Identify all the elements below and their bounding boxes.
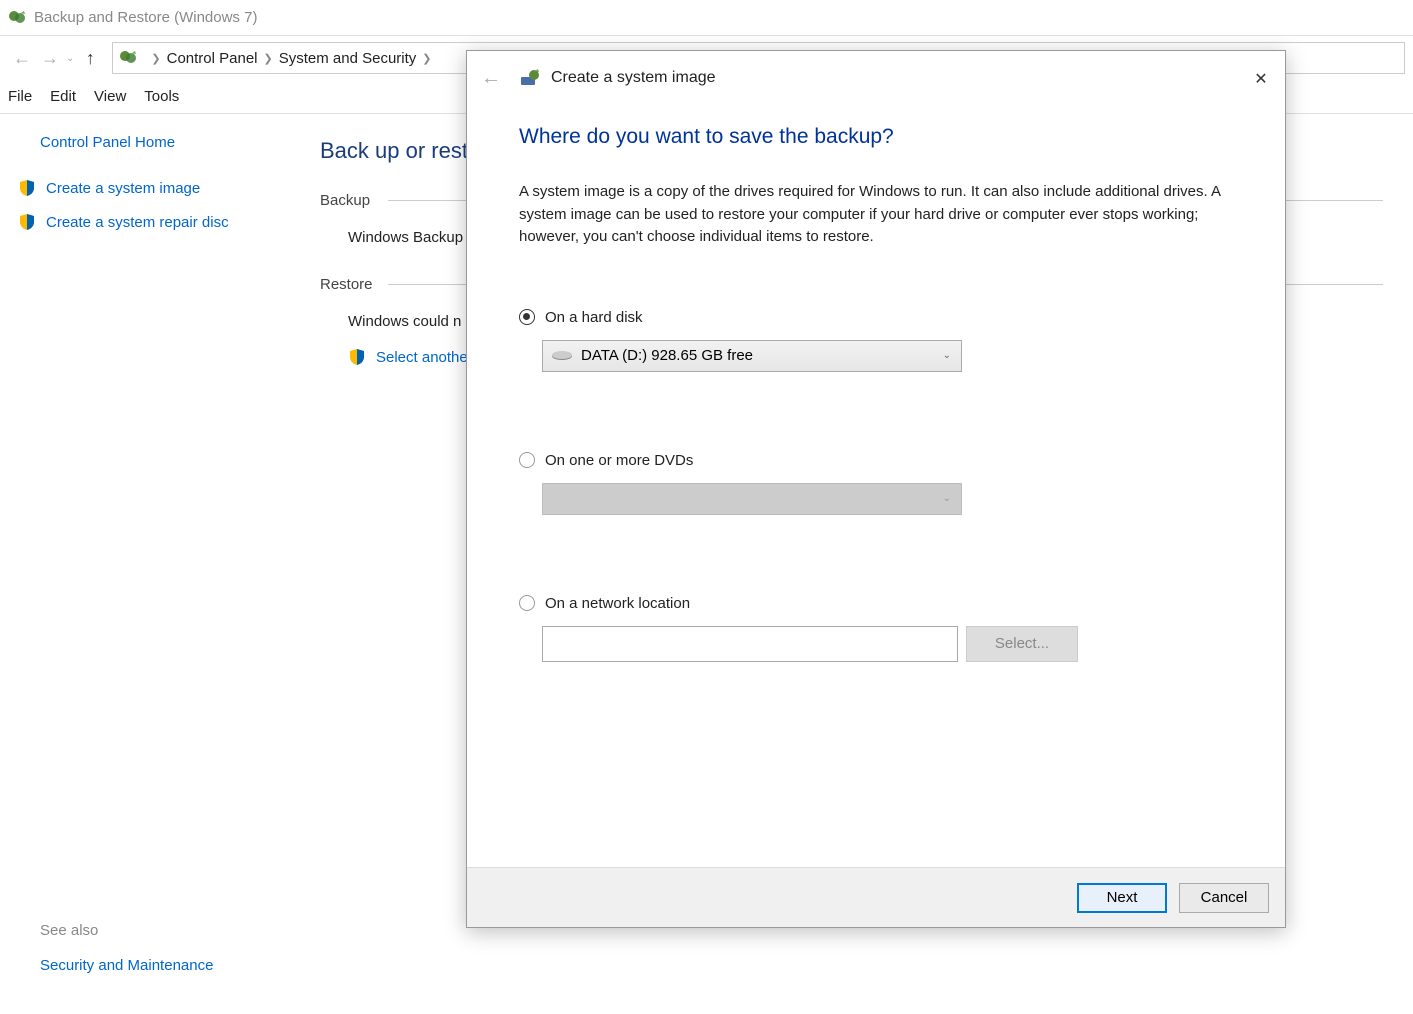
menu-edit[interactable]: Edit <box>50 88 76 105</box>
dvd-dropdown: ⌄ <box>542 483 962 515</box>
nav-up-button[interactable]: ↑ <box>76 44 104 72</box>
menu-file[interactable]: File <box>8 88 32 105</box>
radio-label: On a network location <box>545 595 690 612</box>
wizard-heading: Where do you want to save the backup? <box>519 125 1233 149</box>
breadcrumb-item[interactable]: Control Panel <box>167 50 258 67</box>
chevron-right-icon: ❯ <box>422 52 431 65</box>
disk-icon <box>551 349 573 363</box>
nav-history-dropdown[interactable]: ⌄ <box>66 53 74 64</box>
radio-unchecked-icon[interactable] <box>519 595 535 611</box>
wizard-header: ← Create a system image ✕ <box>467 51 1285 105</box>
chevron-down-icon: ⌄ <box>943 350 951 361</box>
wizard-description: A system image is a copy of the drives r… <box>519 181 1233 249</box>
radio-checked-icon[interactable] <box>519 309 535 325</box>
dvd-radio-row[interactable]: On one or more DVDs <box>519 452 1233 469</box>
network-option: On a network location Select... <box>519 595 1233 662</box>
menu-view[interactable]: View <box>94 88 126 105</box>
dvd-option: On one or more DVDs ⌄ <box>519 452 1233 515</box>
chevron-down-icon: ⌄ <box>943 493 951 504</box>
link-label: Create a system repair disc <box>46 214 229 231</box>
radio-label: On one or more DVDs <box>545 452 693 469</box>
breadcrumb-item[interactable]: System and Security <box>279 50 417 67</box>
app-icon <box>8 8 28 28</box>
network-location-input[interactable] <box>542 626 958 662</box>
title-bar: Backup and Restore (Windows 7) <box>0 0 1413 36</box>
close-button[interactable]: ✕ <box>1247 65 1275 93</box>
create-system-image-wizard: ← Create a system image ✕ Where do you w… <box>466 50 1286 928</box>
next-button[interactable]: Next <box>1077 883 1167 913</box>
menu-tools[interactable]: Tools <box>144 88 179 105</box>
shield-icon <box>348 348 366 366</box>
link-label: Select another <box>376 349 473 366</box>
chevron-right-icon: ❯ <box>264 52 273 65</box>
radio-unchecked-icon[interactable] <box>519 452 535 468</box>
wizard-body: Where do you want to save the backup? A … <box>467 105 1285 867</box>
control-panel-home-link[interactable]: Control Panel Home <box>40 134 270 151</box>
see-also-label: See also <box>40 922 270 939</box>
chevron-right-icon: ❯ <box>151 52 160 65</box>
shield-icon <box>18 179 36 197</box>
radio-label: On a hard disk <box>545 309 643 326</box>
create-repair-disc-link[interactable]: Create a system repair disc <box>18 213 270 231</box>
see-also-section: See also Security and Maintenance <box>10 922 270 994</box>
address-icon <box>119 48 139 68</box>
wizard-back-button[interactable]: ← <box>477 64 505 92</box>
section-label: Restore <box>320 276 384 293</box>
nav-back-button[interactable]: ← <box>8 44 36 72</box>
section-label: Backup <box>320 192 384 209</box>
select-button: Select... <box>966 626 1078 662</box>
security-maintenance-link[interactable]: Security and Maintenance <box>40 957 270 974</box>
wizard-icon <box>519 67 541 89</box>
cancel-button[interactable]: Cancel <box>1179 883 1269 913</box>
wizard-footer: Next Cancel <box>467 867 1285 927</box>
hard-disk-option: On a hard disk DATA (D:) 928.65 GB free … <box>519 309 1233 372</box>
shield-icon <box>18 213 36 231</box>
wizard-title: Create a system image <box>551 69 716 87</box>
link-label: Create a system image <box>46 180 200 197</box>
network-radio-row[interactable]: On a network location <box>519 595 1233 612</box>
dropdown-value: DATA (D:) 928.65 GB free <box>581 347 753 364</box>
window-title: Backup and Restore (Windows 7) <box>34 9 257 26</box>
sidebar: Control Panel Home Create a system image… <box>0 114 290 1014</box>
nav-forward-button[interactable]: → <box>36 44 64 72</box>
hard-disk-radio-row[interactable]: On a hard disk <box>519 309 1233 326</box>
hard-disk-dropdown[interactable]: DATA (D:) 928.65 GB free ⌄ <box>542 340 962 372</box>
create-system-image-link[interactable]: Create a system image <box>18 179 270 197</box>
